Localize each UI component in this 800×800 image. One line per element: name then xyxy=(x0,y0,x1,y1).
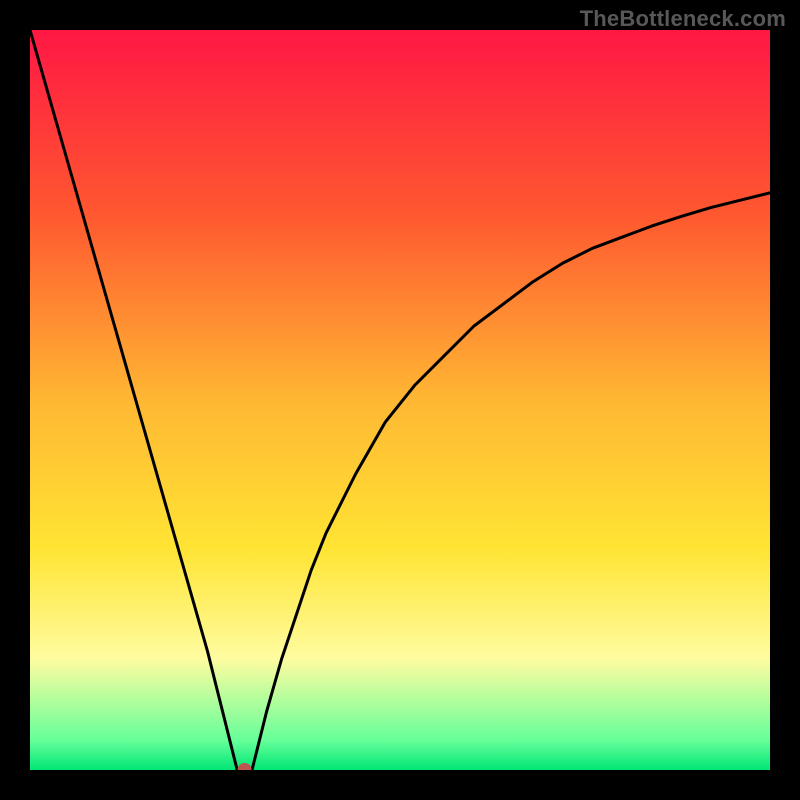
watermark-text: TheBottleneck.com xyxy=(580,6,786,32)
gradient-background xyxy=(30,30,770,770)
bottleneck-chart xyxy=(30,30,770,770)
plot-area xyxy=(30,30,770,770)
chart-frame: TheBottleneck.com xyxy=(0,0,800,800)
